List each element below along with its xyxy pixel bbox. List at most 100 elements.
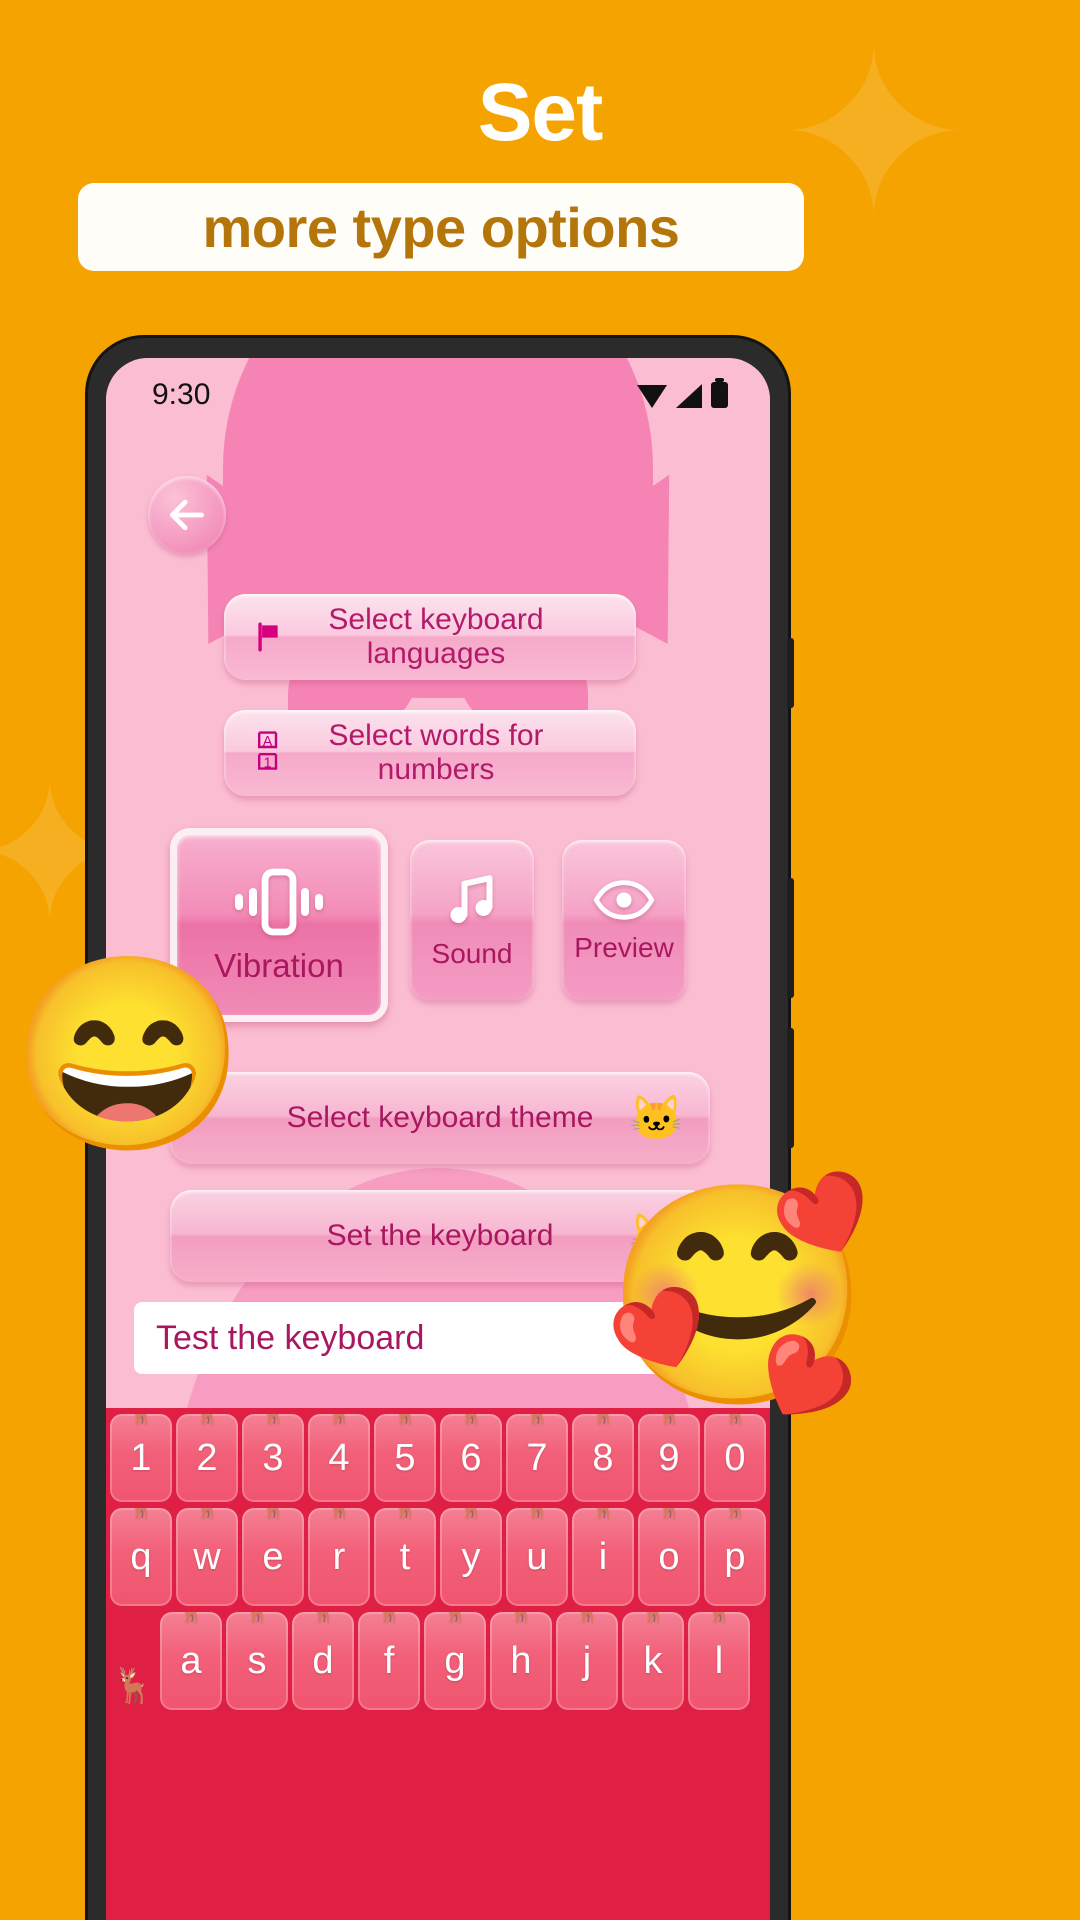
keyboard-key-1[interactable]: 🦌1 — [110, 1414, 172, 1502]
tile-preview[interactable]: Preview — [562, 840, 686, 1000]
keyboard-key-e[interactable]: 🦌e — [242, 1508, 304, 1606]
keyboard-key-j[interactable]: 🦌j — [556, 1612, 618, 1710]
back-button[interactable] — [148, 476, 226, 554]
phone-button-volume-down — [787, 1028, 794, 1148]
keyboard-key-l[interactable]: 🦌l — [688, 1612, 750, 1710]
reindeer-icon: 🦌 — [127, 1508, 154, 1520]
keyboard-row-home: 🦌 🦌a🦌s🦌d🦌f🦌g🦌h🦌j🦌k🦌l — [110, 1612, 766, 1710]
reindeer-icon: 🦌 — [243, 1612, 270, 1624]
cat-face-emoji: 🐱 — [629, 1094, 684, 1143]
key-label: l — [714, 1639, 724, 1682]
flag-icon — [246, 619, 294, 655]
music-note-icon — [450, 875, 493, 923]
keyboard-key-2[interactable]: 🦌2 — [176, 1414, 238, 1502]
signal-icon — [676, 384, 702, 408]
key-label: s — [247, 1639, 267, 1682]
reindeer-icon: 🦌 — [457, 1414, 484, 1426]
toggle-tiles: Vibration Sound Preview — [170, 828, 710, 1028]
tile-sound[interactable]: Sound — [410, 840, 534, 1000]
keyboard-key-s[interactable]: 🦌s — [226, 1612, 288, 1710]
row-label: Select keyboard languages — [328, 603, 544, 670]
back-arrow-icon — [169, 499, 205, 531]
key-label: f — [383, 1639, 395, 1682]
key-label: q — [130, 1535, 152, 1578]
keyboard-key-f[interactable]: 🦌f — [358, 1612, 420, 1710]
keyboard-key-8[interactable]: 🦌8 — [572, 1414, 634, 1502]
keyboard-key-r[interactable]: 🦌r — [308, 1508, 370, 1606]
tile-label: Preview — [574, 932, 674, 963]
reindeer-icon: 🦌 — [325, 1508, 352, 1520]
keyboard-key-t[interactable]: 🦌t — [374, 1508, 436, 1606]
reindeer-icon: 🦌 — [177, 1612, 204, 1624]
reindeer-icon: 🦌 — [507, 1612, 534, 1624]
grinning-squinting-face-emoji: 😄 — [10, 949, 247, 1161]
keyboard-key-7[interactable]: 🦌7 — [506, 1414, 568, 1502]
key-label: 3 — [262, 1436, 284, 1479]
keyboard-key-u[interactable]: 🦌u — [506, 1508, 568, 1606]
reindeer-icon: 🦌 — [375, 1612, 402, 1624]
keyboard-key-h[interactable]: 🦌h — [490, 1612, 552, 1710]
reindeer-icon: 🦌 — [325, 1414, 352, 1426]
status-bar: 9:30 — [106, 358, 770, 432]
key-label: 8 — [592, 1436, 614, 1479]
key-label: i — [598, 1535, 608, 1578]
phone-button-power — [787, 638, 794, 708]
keyboard-key-i[interactable]: 🦌i — [572, 1508, 634, 1606]
reindeer-icon: 🦌 — [127, 1414, 154, 1426]
words-for-numbers-icon: A 1 — [246, 729, 294, 777]
keyboard-key-d[interactable]: 🦌d — [292, 1612, 354, 1710]
keyboard-key-y[interactable]: 🦌y — [440, 1508, 502, 1606]
keyboard-key-a[interactable]: 🦌a — [160, 1612, 222, 1710]
promo-headline: Set — [477, 67, 604, 158]
keyboard-key-4[interactable]: 🦌4 — [308, 1414, 370, 1502]
keyboard-row-numbers: 🦌1🦌2🦌3🦌4🦌5🦌6🦌7🦌8🦌9🦌0 — [110, 1414, 766, 1502]
test-input-placeholder: Test the keyboard — [156, 1318, 425, 1357]
reindeer-icon: 🦌 — [391, 1414, 418, 1426]
key-label: 7 — [526, 1436, 548, 1479]
key-label: t — [399, 1535, 411, 1578]
wifi-icon — [637, 385, 667, 408]
row-select-keyboard-languages[interactable]: Select keyboard languages — [224, 594, 636, 680]
tile-label: Sound — [431, 938, 513, 969]
reindeer-icon: 🦌 — [523, 1414, 550, 1426]
keyboard-key-3[interactable]: 🦌3 — [242, 1414, 304, 1502]
key-label: h — [510, 1639, 532, 1682]
reindeer-icon: 🦌 — [391, 1508, 418, 1520]
keyboard-key-p[interactable]: 🦌p — [704, 1508, 766, 1606]
row-select-words-for-numbers[interactable]: A 1 Select words for numbers — [224, 710, 636, 796]
row-label: Select words for numbers — [328, 719, 544, 786]
key-label: k — [643, 1639, 663, 1682]
key-label: 1 — [130, 1436, 152, 1479]
keyboard-key-9[interactable]: 🦌9 — [638, 1414, 700, 1502]
reindeer-icon: 🦌 — [441, 1612, 468, 1624]
key-label: 9 — [658, 1436, 680, 1479]
wide-row-label: Set the keyboard — [326, 1219, 554, 1252]
promo-subtitle: more type options — [202, 195, 680, 259]
key-label: 4 — [328, 1436, 350, 1479]
key-label: a — [180, 1639, 202, 1682]
keyboard-key-q[interactable]: 🦌q — [110, 1508, 172, 1606]
key-label: j — [582, 1639, 592, 1682]
keyboard-key-o[interactable]: 🦌o — [638, 1508, 700, 1606]
vibration-icon — [235, 868, 323, 936]
key-label: 6 — [460, 1436, 482, 1479]
key-label: y — [461, 1535, 481, 1578]
battery-icon — [711, 378, 728, 408]
reindeer-icon: 🦌 — [639, 1612, 666, 1624]
reindeer-icon: 🦌 — [457, 1508, 484, 1520]
svg-text:1: 1 — [264, 755, 272, 771]
svg-text:A: A — [263, 734, 273, 750]
keyboard-key-w[interactable]: 🦌w — [176, 1508, 238, 1606]
status-clock: 9:30 — [152, 378, 211, 411]
keyboard-key-k[interactable]: 🦌k — [622, 1612, 684, 1710]
eye-icon — [593, 880, 655, 920]
reindeer-icon: 🦌 — [523, 1508, 550, 1520]
key-label: 5 — [394, 1436, 416, 1479]
keyboard-key-0[interactable]: 🦌0 — [704, 1414, 766, 1502]
keyboard-key-5[interactable]: 🦌5 — [374, 1414, 436, 1502]
row-select-keyboard-theme[interactable]: Select keyboard theme 🐱 — [170, 1072, 710, 1164]
on-screen-keyboard: 🦌1🦌2🦌3🦌4🦌5🦌6🦌7🦌8🦌9🦌0 🦌q🦌w🦌e🦌r🦌t🦌y🦌u🦌i🦌o🦌… — [106, 1408, 770, 1920]
phone-button-volume-up — [787, 878, 794, 998]
keyboard-key-6[interactable]: 🦌6 — [440, 1414, 502, 1502]
keyboard-key-g[interactable]: 🦌g — [424, 1612, 486, 1710]
